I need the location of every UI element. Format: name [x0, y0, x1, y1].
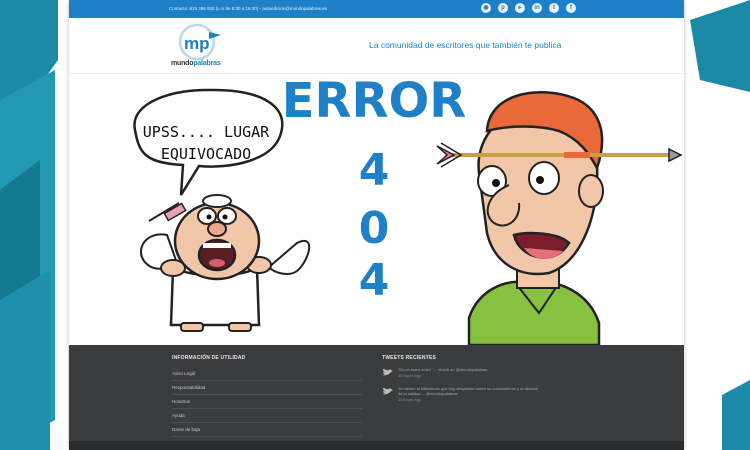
info-links: Aviso Legal Responsabilidad Nosotros Ayu…	[172, 367, 362, 437]
speech-line-2: EQUIVOCADO	[161, 145, 251, 163]
arrow-head-man-character	[436, 91, 683, 345]
footer-link-darse-de-baja[interactable]: Darse de baja	[172, 423, 362, 437]
pinterest-icon[interactable]: p	[498, 3, 508, 13]
top-contact-bar: Contacto: 615 396 932 (L-V de 8:30 a 16:…	[69, 0, 684, 18]
logo-mark-icon: mp	[178, 23, 221, 61]
tweet-item: "En un buen orden" ... ebook en @mundopa…	[382, 367, 597, 378]
twitter-bird-icon	[382, 387, 393, 394]
footer-tweets-column: TWEETS RECIENTES "En un buen orden" ... …	[382, 355, 597, 410]
site-logo[interactable]: mp mundopalabras	[169, 22, 239, 72]
linkedin-icon[interactable]: in	[532, 3, 542, 13]
footer-link-responsabilidad[interactable]: Responsabilidad	[172, 381, 362, 395]
error-404-illustration: UPSS.... LUGAR EQUIVOCADO ERROR 4 0 4	[133, 73, 683, 345]
error-digit-1: 4	[359, 145, 390, 196]
error-digit-2: 0	[359, 203, 390, 254]
facebook-icon[interactable]: f	[566, 3, 576, 13]
rss-icon[interactable]: ◉	[481, 3, 491, 13]
site-footer: INFORMACIÓN DE UTILIDAD Aviso Legal Resp…	[69, 345, 684, 450]
cupid-character	[139, 194, 311, 332]
info-heading: INFORMACIÓN DE UTILIDAD	[172, 355, 246, 361]
footer-link-ayuda[interactable]: Ayuda	[172, 409, 362, 423]
website-page: Contacto: 615 396 932 (L-V de 8:30 a 16:…	[69, 0, 684, 450]
footer-bottom-strip	[69, 441, 684, 450]
twitter-bird-icon	[382, 369, 393, 376]
error-word: ERROR	[282, 73, 466, 129]
footer-info-column: INFORMACIÓN DE UTILIDAD Aviso Legal Resp…	[172, 355, 362, 437]
contact-info: Contacto: 615 396 932 (L-V de 8:30 a 16:…	[169, 6, 327, 11]
speech-bubble: UPSS.... LUGAR EQUIVOCADO	[133, 88, 284, 196]
tweets-heading: TWEETS RECIENTES	[382, 355, 437, 361]
tweet-item: Ya vienen al bibliotecas que hoy despier…	[382, 386, 597, 402]
footer-link-nosotros[interactable]: Nosotros	[172, 395, 362, 409]
twitter-icon[interactable]: t	[549, 3, 559, 13]
site-tagline: La comunidad de escritores que también t…	[369, 40, 562, 50]
error-404-text: ERROR 4 0 4	[282, 73, 466, 306]
svg-text:mp: mp	[184, 34, 210, 53]
error-digit-3: 4	[359, 255, 390, 306]
tweet-time: 11 hours ago	[398, 396, 422, 402]
social-links: ◉ p ▸ in t f	[481, 3, 576, 13]
logo-wordmark: mundopalabras	[171, 60, 221, 67]
site-header: mp mundopalabras La comunidad de escrito…	[69, 18, 684, 74]
footer-link-aviso-legal[interactable]: Aviso Legal	[172, 367, 362, 381]
tweet-time: 10 hours ago	[398, 372, 422, 378]
youtube-icon[interactable]: ▸	[515, 3, 525, 13]
speech-line-1: UPSS.... LUGAR	[143, 123, 270, 141]
